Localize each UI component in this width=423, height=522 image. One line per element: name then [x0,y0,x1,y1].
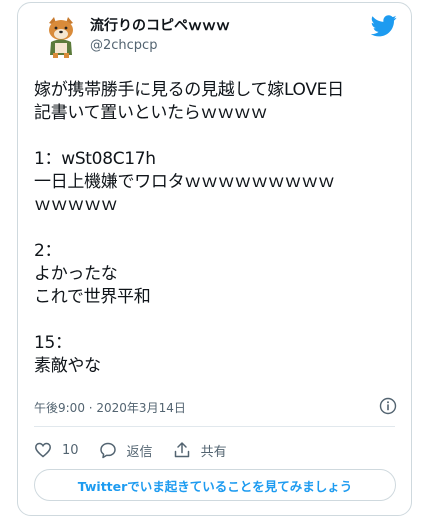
display-name[interactable]: 流行りのコピペｗｗｗ [90,17,230,35]
share-icon [174,442,189,458]
info-icon[interactable] [379,397,397,415]
reply-button[interactable]: 返信 [99,441,153,460]
see-whats-happening-button[interactable]: Twitterでいま起きていることを見てみましょう [34,469,396,501]
tweet-actions: 10 返信 共有 [34,439,247,461]
reply-label: 返信 [126,444,153,460]
user-names: 流行りのコピペｗｗｗ @2chcpcp [90,17,230,55]
avatar[interactable] [41,15,81,59]
heart-icon [35,442,51,458]
tweet-header: 流行りのコピペｗｗｗ @2chcpcp [18,3,411,63]
tweet-timestamp[interactable]: 午後9:00 · 2020年3月14日 [34,399,186,416]
like-count: 10 [62,442,79,458]
tweet-card: 流行りのコピペｗｗｗ @2chcpcp 嫁が携帯勝手に見るの見越して嫁LOVE日… [17,2,412,516]
reply-icon [99,442,116,459]
user-handle[interactable]: @2chcpcp [90,37,230,55]
twitter-bird-icon[interactable] [371,15,397,37]
share-button[interactable]: 共有 [173,441,227,460]
share-label: 共有 [200,444,227,460]
divider [34,426,395,427]
like-button[interactable]: 10 [34,441,79,459]
tweet-text: 嫁が携帯勝手に見るの見越して嫁LOVE日 記書いて置いといたらｗｗｗｗ 1：wS… [34,80,344,376]
